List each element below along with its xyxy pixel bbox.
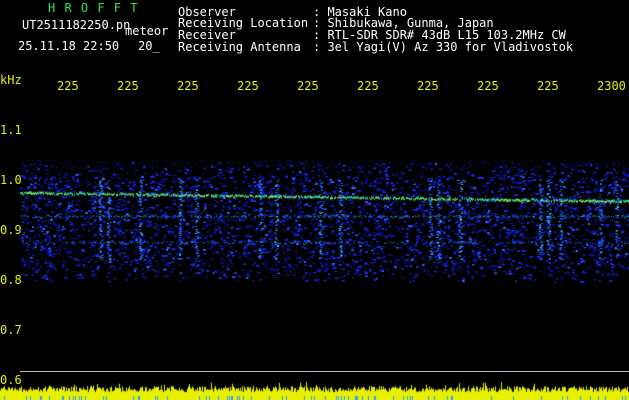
x-tick-label: 225 [477,79,499,93]
signal-level-bar [0,378,629,400]
app-title: H R O F F T [48,1,139,15]
baseline-divider [20,371,629,372]
x-tick-label: 225 [357,79,379,93]
y-tick-label: 1.0 [0,173,22,187]
x-tick-label: 225 [537,79,559,93]
datetime-label: 25.11.18 22:50 [18,39,120,53]
y-tick-label: 0.7 [0,323,22,337]
mode-label: meteor [125,24,169,38]
antenna-label: Receiving Antenna [178,40,301,54]
x-tick-label: 2300 [597,79,626,93]
spectrogram-plot [20,100,629,400]
filename-label: UT2511182250.pn [22,18,131,32]
antenna-value: : 3el Yagi(V) Az 330 for Vladivostok [313,40,574,54]
y-tick-label: 0.8 [0,273,22,287]
page-indicator: 20_ [138,39,160,53]
y-tick-label: 0.9 [0,223,22,237]
x-tick-label: 225 [117,79,139,93]
x-tick-label: 225 [177,79,199,93]
x-tick-label: 225 [297,79,319,93]
axis-unit-label: kHz [0,73,22,87]
x-tick-label: 225 [417,79,439,93]
y-tick-label: 1.1 [0,123,22,137]
x-tick-label: 225 [57,79,79,93]
x-tick-label: 225 [237,79,259,93]
